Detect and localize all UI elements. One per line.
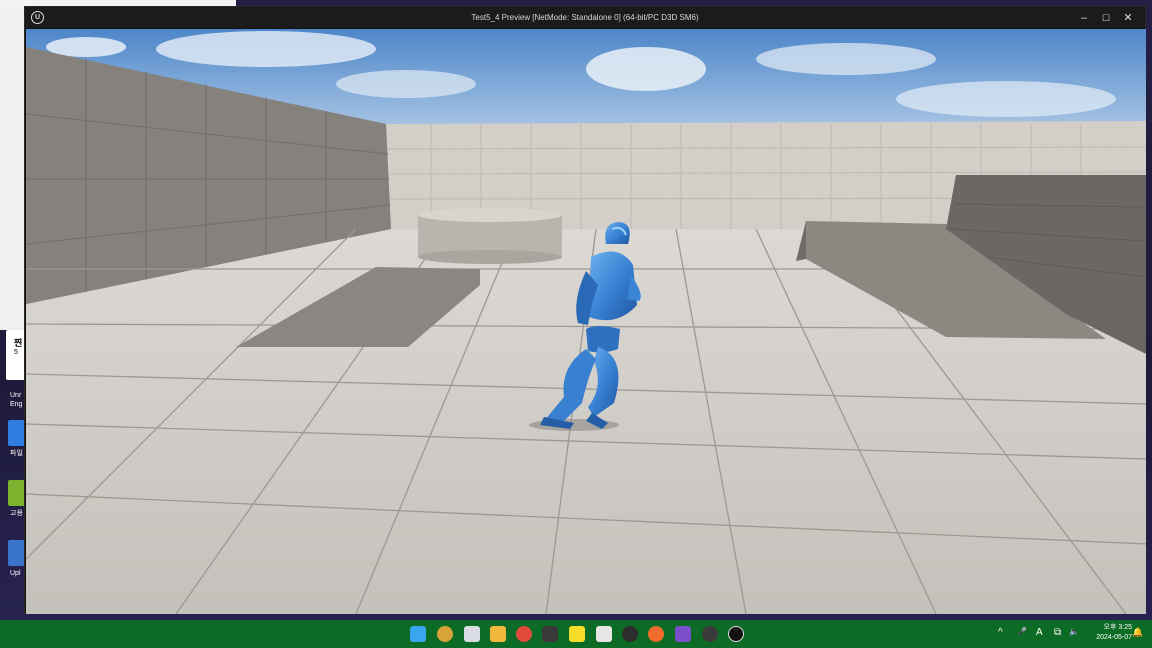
volume-icon[interactable]: 🔈 xyxy=(1069,627,1079,636)
window-title: Test5_4 Preview [NetMode: Standalone 0] … xyxy=(471,13,699,22)
firefox-icon[interactable] xyxy=(648,626,664,642)
display-icon[interactable]: ⧉ xyxy=(1054,627,1061,638)
scene-render xyxy=(26,29,1146,614)
app-icon[interactable] xyxy=(702,626,718,642)
close-button[interactable]: ✕ xyxy=(1117,10,1139,26)
desktop-label-file: 파일 xyxy=(10,450,23,457)
chrome-icon[interactable] xyxy=(516,626,532,642)
microphone-icon[interactable]: 🎤 xyxy=(1017,627,1027,636)
taskbar-clock[interactable]: 오후 3:25 2024-05-07 xyxy=(1096,623,1132,643)
maximize-button[interactable]: ☐ xyxy=(1095,10,1117,26)
desktop-label-hire: 고용 xyxy=(10,510,23,517)
game-preview-window[interactable]: U Test5_4 Preview [NetMode: Standalone 0… xyxy=(24,6,1146,614)
file-explorer-icon[interactable] xyxy=(490,626,506,642)
windows-taskbar: ^ 🎤 A ⧉ 🔈 오후 3:25 2024-05-07 🔔 xyxy=(0,620,1152,648)
github-icon[interactable] xyxy=(622,626,638,642)
input-method-icon[interactable]: A xyxy=(1036,627,1043,638)
clock-time: 오후 3:25 xyxy=(1103,624,1132,631)
minimize-button[interactable]: – xyxy=(1073,10,1095,26)
kakaotalk-icon[interactable] xyxy=(569,626,585,642)
unreal-engine-icon[interactable] xyxy=(728,626,744,642)
clock-date: 2024-05-07 xyxy=(1096,634,1132,641)
terminal-icon[interactable] xyxy=(542,626,558,642)
app-icon[interactable] xyxy=(596,626,612,642)
visual-studio-icon[interactable] xyxy=(675,626,691,642)
chat-sidebar xyxy=(0,8,26,330)
notification-bell-icon[interactable]: 🔔 xyxy=(1132,627,1143,638)
tray-overflow-icon[interactable]: ^ xyxy=(998,627,1003,638)
game-viewport[interactable] xyxy=(26,29,1146,614)
windows-start-icon[interactable] xyxy=(410,626,426,642)
task-view-icon[interactable] xyxy=(464,626,480,642)
desktop-label-upload: Upl xyxy=(10,570,21,577)
cylinder-platform xyxy=(418,208,562,264)
weather-icon[interactable] xyxy=(437,626,453,642)
desktop-label-unreal-1: Unr xyxy=(10,392,22,399)
desktop-label-unreal-2: Eng xyxy=(10,401,23,408)
window-titlebar[interactable]: U Test5_4 Preview [NetMode: Standalone 0… xyxy=(25,7,1145,28)
